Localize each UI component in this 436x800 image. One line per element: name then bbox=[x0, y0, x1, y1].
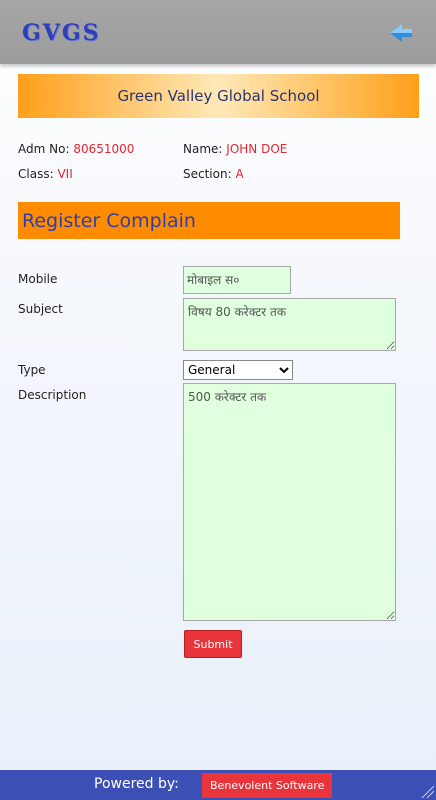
adm-no-info: Adm No: 80651000 bbox=[18, 142, 134, 156]
student-name-label: Name: bbox=[183, 142, 223, 156]
adm-no-label: Adm No: bbox=[18, 142, 70, 156]
app-logo: GVGS bbox=[22, 20, 101, 46]
student-name-value: JOHN DOE bbox=[226, 142, 288, 156]
student-name-info: Name: JOHN DOE bbox=[183, 142, 287, 156]
subject-input[interactable] bbox=[183, 298, 396, 351]
app-header: GVGS bbox=[0, 0, 436, 64]
class-info: Class: VII bbox=[18, 167, 73, 181]
mobile-label: Mobile bbox=[18, 272, 58, 286]
description-label: Description bbox=[18, 388, 87, 402]
section-label: Section: bbox=[183, 167, 232, 181]
type-select[interactable]: General bbox=[183, 360, 293, 380]
description-input[interactable] bbox=[183, 383, 396, 621]
section-value: A bbox=[235, 167, 244, 181]
class-label: Class: bbox=[18, 167, 54, 181]
back-arrow-icon bbox=[390, 24, 412, 42]
footer: Powered by: Benevolent Software bbox=[0, 770, 436, 800]
section-info: Section: A bbox=[183, 167, 244, 181]
subject-label: Subject bbox=[18, 302, 63, 316]
submit-button[interactable]: Submit bbox=[184, 630, 242, 658]
class-value: VII bbox=[57, 167, 73, 181]
powered-by-label: Powered by: bbox=[94, 776, 179, 792]
back-button[interactable] bbox=[388, 22, 414, 44]
adm-no-value: 80651000 bbox=[73, 142, 135, 156]
company-link[interactable]: Benevolent Software bbox=[202, 773, 333, 798]
form-title: Register Complain bbox=[18, 202, 400, 239]
mobile-input[interactable] bbox=[183, 266, 291, 294]
school-name: Green Valley Global School bbox=[117, 87, 320, 105]
resize-grip-icon bbox=[421, 785, 434, 798]
school-banner: Green Valley Global School bbox=[18, 74, 419, 118]
type-label: Type bbox=[18, 363, 46, 377]
